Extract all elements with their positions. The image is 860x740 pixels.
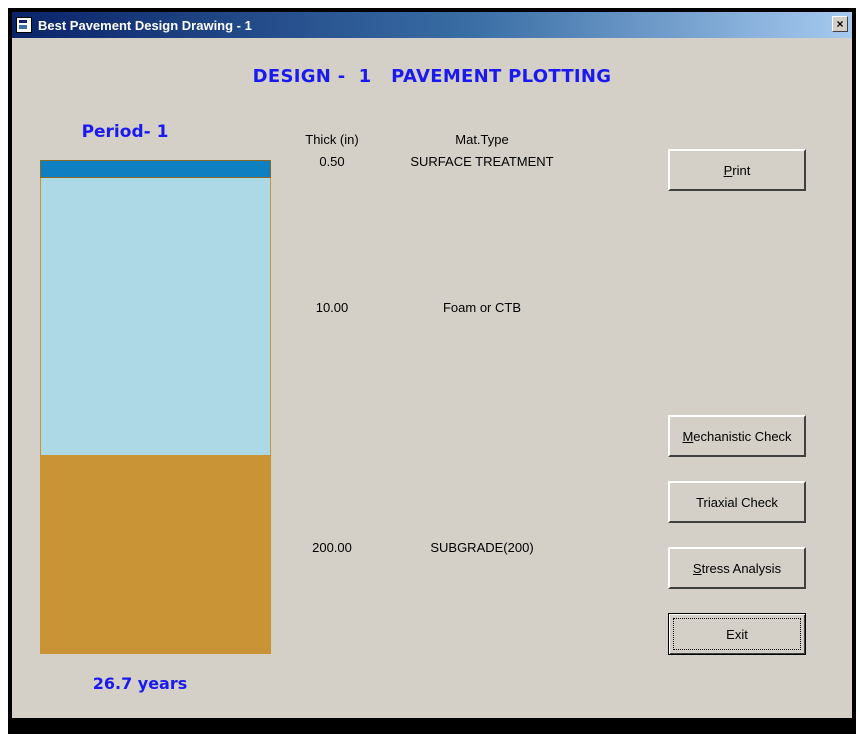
triaxial-label: Triaxial Check	[696, 494, 778, 510]
exit-button[interactable]: Exit	[668, 613, 806, 655]
triaxial-check-button[interactable]: Triaxial Check	[668, 481, 806, 523]
print-button[interactable]: Print	[668, 149, 806, 191]
app-icon	[16, 17, 32, 33]
pavement-section-drawing	[40, 160, 271, 654]
layer-2-thickness: 10.00	[315, 300, 349, 315]
layer-surface-treatment	[40, 160, 271, 178]
print-label: rint	[732, 162, 751, 178]
title-bar: Best Pavement Design Drawing - 1 ×	[12, 12, 852, 38]
layer-1-thickness: 0.50	[319, 154, 345, 169]
print-mnemonic: P	[723, 162, 733, 178]
window-title: Best Pavement Design Drawing - 1	[38, 17, 252, 33]
focus-rect	[673, 618, 801, 650]
stress-label: tress Analysis	[701, 560, 782, 576]
layer-2-material: Foam or CTB	[442, 300, 521, 315]
layer-3-thickness: 200.00	[312, 540, 352, 555]
mechanistic-label: echanistic Check	[693, 428, 792, 444]
period-label: Period- 1	[81, 122, 169, 142]
layer-subgrade	[40, 455, 271, 654]
stress-analysis-button[interactable]: Stress Analysis	[668, 547, 806, 589]
layer-3-material: SUBGRADE(200)	[430, 540, 534, 555]
design-title: DESIGN - 1 PAVEMENT PLOTTING	[252, 66, 612, 87]
mechanistic-mnemonic: M	[682, 428, 694, 444]
material-type-header: Mat.Type	[455, 132, 509, 147]
close-button[interactable]: ×	[832, 16, 848, 32]
layer-foam-ctb	[40, 178, 271, 455]
layer-1-material: SURFACE TREATMENT	[410, 154, 554, 169]
dialog-client-area: DESIGN - 1 PAVEMENT PLOTTING Period- 1 2…	[12, 38, 852, 718]
design-life-label: 26.7 years	[92, 674, 188, 693]
mechanistic-check-button[interactable]: Mechanistic Check	[668, 415, 806, 457]
thickness-header: Thick (in)	[305, 132, 359, 147]
stress-mnemonic: S	[692, 560, 702, 576]
